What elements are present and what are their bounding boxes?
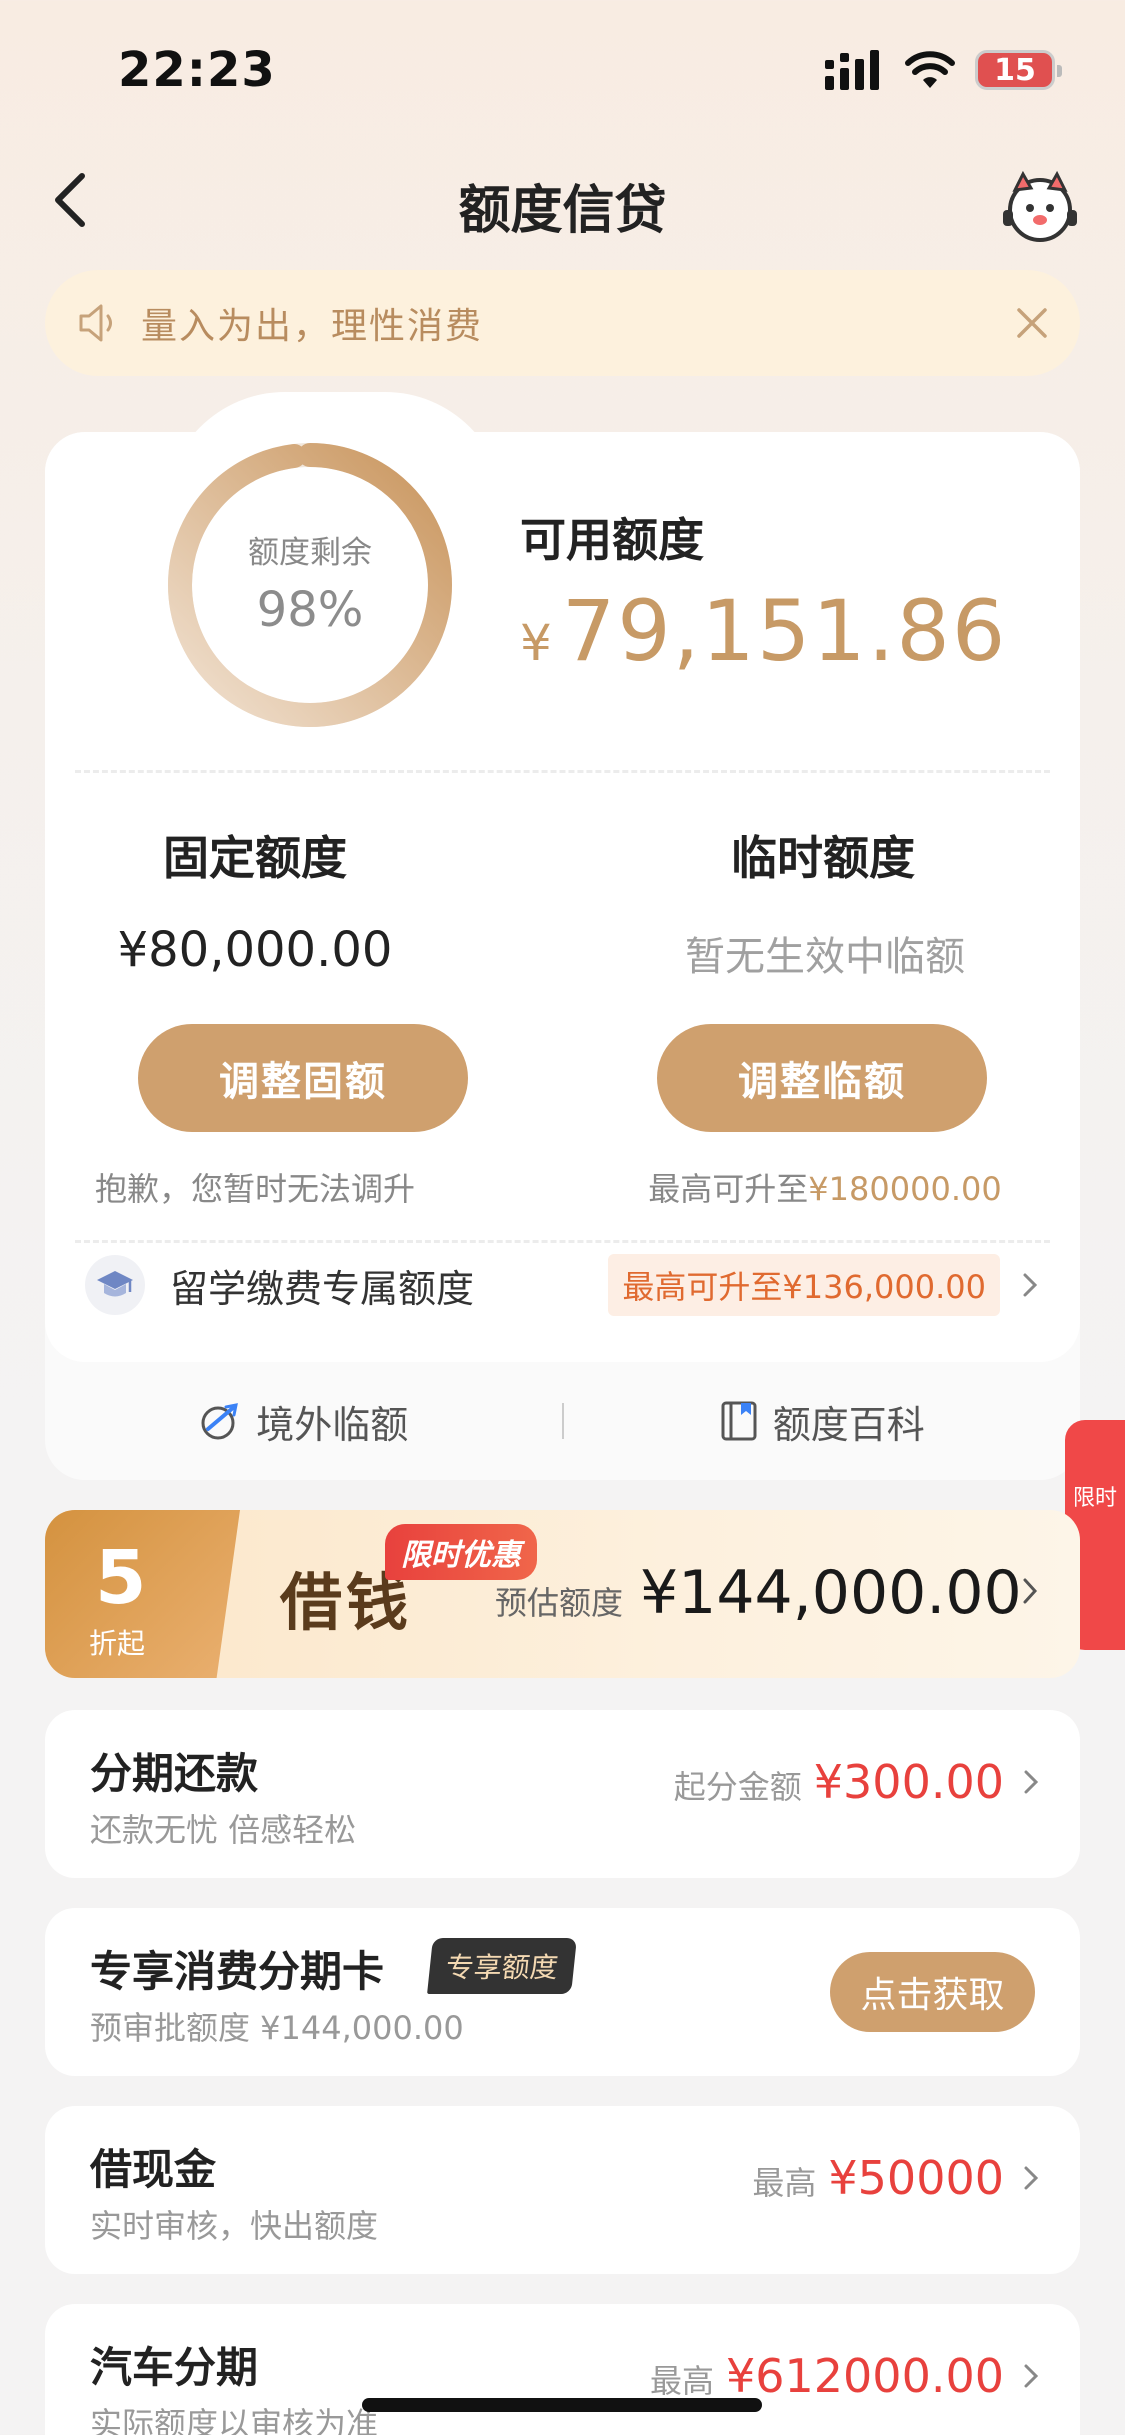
chevron-right-icon (1023, 1273, 1038, 1297)
discount-sub: 折起 (89, 1627, 146, 1660)
auto-installment-card[interactable]: 汽车分期 实际额度以审核为准 最高 ¥612000.00 (45, 2304, 1080, 2435)
available-amount: ¥79,151.86 (520, 582, 1007, 680)
mascot-service-icon[interactable] (995, 160, 1085, 250)
available-value: 79,151.86 (561, 582, 1008, 680)
installment-card-item[interactable]: 专享消费分期卡 专享额度 预审批额度 ¥144,000.00 点击获取 (45, 1908, 1080, 2076)
chevron-right-icon (1024, 1770, 1039, 1794)
loan-banner[interactable]: 5 折起 借钱 限时优惠 预估额度 ¥144,000.00 (45, 1510, 1080, 1678)
fixed-credit-value: ¥80,000.00 (117, 922, 393, 978)
chevron-right-icon (1024, 2166, 1039, 2190)
item-right-value: ¥50000 (828, 2151, 1004, 2205)
signal-icon (825, 50, 879, 90)
cash-loan-card[interactable]: 借现金 实时审核，快出额度 最高 ¥50000 (45, 2106, 1080, 2274)
speaker-icon (79, 304, 112, 342)
credit-wiki-link[interactable]: 额度百科 (564, 1394, 1081, 1449)
wifi-icon (905, 51, 955, 88)
item-subtitle: 实时审核，快出额度 (90, 2207, 379, 2245)
chevron-right-icon (1024, 2364, 1039, 2388)
estimated-value: ¥144,000.00 (640, 1558, 1022, 1628)
item-title: 专享消费分期卡 (90, 1947, 385, 1996)
globe-plane-icon (201, 1403, 239, 1440)
battery-indicator: 15 (975, 50, 1062, 90)
get-now-button[interactable]: 点击获取 (830, 1952, 1035, 2032)
available-label: 可用额度 (520, 513, 704, 567)
temp-note-prefix: 最高可升至 (648, 1170, 809, 1208)
book-icon (721, 1401, 757, 1441)
overseas-temp-credit-link[interactable]: 境外临额 (45, 1394, 562, 1449)
exclusive-credit-tag: 专享额度 (427, 1938, 577, 1994)
graduation-cap-icon (85, 1255, 145, 1315)
item-title: 分期还款 (90, 1749, 259, 1798)
temp-credit-value: 暂无生效中临额 (685, 934, 965, 980)
page-title: 额度信贷 (458, 181, 667, 241)
home-indicator (362, 2398, 762, 2412)
item-right-label: 最高 (752, 2164, 817, 2202)
available-currency: ¥ (520, 614, 554, 672)
temp-credit-note: 最高可升至¥180000.00 (595, 1164, 1055, 1210)
divider (75, 770, 1050, 773)
item-subtitle: 还款无忧 倍感轻松 (90, 1811, 357, 1849)
item-right-value: ¥612000.00 (725, 2349, 1004, 2403)
installment-repay-card[interactable]: 分期还款 还款无忧 倍感轻松 起分金额 ¥300.00 (45, 1710, 1080, 1878)
item-right: 最高 ¥612000.00 (650, 2349, 1040, 2403)
item-title: 借现金 (90, 2145, 217, 2194)
item-right: 起分金额 ¥300.00 (674, 1755, 1040, 1809)
item-subtitle: 实际额度以审核为准 (90, 2405, 379, 2435)
item-subtitle: 预审批额度 ¥144,000.00 (90, 2009, 464, 2047)
estimated-label: 预估额度 (495, 1584, 624, 1622)
side-promo-text: 限时 (1073, 1486, 1118, 1511)
temp-note-value: ¥180000.00 (808, 1170, 1002, 1208)
study-credit-row[interactable]: 留学缴费专属额度 最高可升至¥136,000.00 (45, 1230, 1080, 1340)
status-icons: 15 (825, 50, 1062, 90)
wiki-link-label: 额度百科 (772, 1402, 925, 1447)
adjust-fixed-button[interactable]: 调整固额 (138, 1024, 468, 1132)
chevron-right-icon (1023, 1578, 1038, 1604)
status-time: 22:23 (118, 42, 276, 98)
overseas-link-label: 境外临额 (256, 1402, 409, 1447)
fixed-credit-title: 固定额度 (163, 831, 347, 885)
item-right: 最高 ¥50000 (752, 2151, 1040, 2205)
limited-offer-badge: 限时优惠 (385, 1524, 537, 1580)
study-credit-label: 留学缴费专属额度 (170, 1266, 475, 1311)
notice-bar: 量入为出，理性消费 (45, 270, 1080, 376)
discount-number: 5 (95, 1535, 147, 1621)
adjust-temp-button[interactable]: 调整临额 (657, 1024, 987, 1132)
notice-text: 量入为出，理性消费 (141, 306, 484, 347)
discount-block: 5 折起 (45, 1510, 240, 1678)
fixed-credit-note: 抱歉，您暂时无法调升 (94, 1170, 415, 1208)
study-credit-tag: 最高可升至¥136,000.00 (608, 1254, 1000, 1316)
item-right-label: 最高 (649, 2362, 714, 2400)
item-right-value: ¥300.00 (813, 1755, 1004, 1809)
temp-credit-title: 临时额度 (731, 831, 915, 885)
item-title: 汽车分期 (90, 2343, 259, 2392)
remaining-percent: 98% (256, 582, 364, 638)
item-right-label: 起分金额 (673, 1768, 802, 1806)
credit-card: 额度剩余 98% 可用额度 ¥79,151.86 固定额度 ¥80,000.00… (45, 392, 1080, 1480)
close-icon[interactable] (1014, 305, 1050, 341)
credit-links: 境外临额 额度百科 (45, 1362, 1080, 1480)
remaining-label: 额度剩余 (248, 535, 372, 571)
